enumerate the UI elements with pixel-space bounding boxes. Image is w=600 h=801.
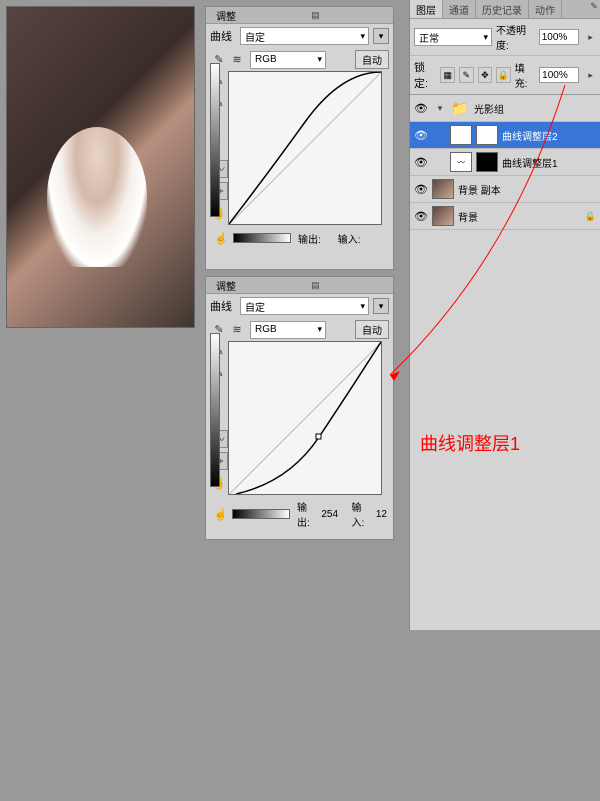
- input-label: 输入:: [352, 499, 373, 529]
- layer-curves-1[interactable]: 👁 〰 曲线调整层1: [410, 149, 600, 176]
- folder-icon: 📁: [450, 99, 470, 117]
- curve-graph[interactable]: [228, 71, 382, 225]
- mask-thumb-icon: [476, 152, 498, 172]
- layer-name: 背景: [458, 209, 581, 224]
- brush-icon[interactable]: ✎: [588, 0, 600, 12]
- image-thumb-icon: [432, 179, 454, 199]
- output-gradient-icon: [210, 63, 220, 217]
- panel-title: 调整: [216, 278, 236, 293]
- target-icon[interactable]: ☝: [212, 229, 230, 247]
- auto-button[interactable]: 自动: [355, 50, 389, 69]
- visibility-icon[interactable]: 👁: [414, 101, 428, 115]
- image-thumb-icon: [432, 206, 454, 226]
- mask-thumb-icon: [476, 125, 498, 145]
- blend-mode-select[interactable]: 正常: [414, 28, 492, 46]
- preset-select[interactable]: 自定: [240, 27, 369, 45]
- lock-position-icon[interactable]: ✥: [478, 67, 493, 83]
- preset-menu-button[interactable]: ▾: [373, 28, 389, 44]
- input-value: 12: [376, 509, 387, 520]
- tab-history[interactable]: 历史记录: [476, 0, 529, 18]
- input-gradient-icon: [233, 233, 291, 243]
- adjustment-thumb-icon: 〰: [450, 152, 472, 172]
- lock-icon: 🔒: [585, 211, 596, 222]
- input-gradient-icon: [232, 509, 290, 519]
- layer-name: 背景 副本: [458, 182, 596, 197]
- panel-header: 调整 ▤: [206, 7, 393, 24]
- opacity-label: 不透明度:: [496, 22, 535, 52]
- visibility-icon[interactable]: 👁: [414, 155, 428, 169]
- fill-input[interactable]: 100%: [539, 67, 579, 83]
- curves-panel-2: 调整 ▤ 曲线 自定 ▾ ✎ ✎ ✎ 〰 ✏ ☝ ≋ RGB 自动: [205, 276, 394, 540]
- chevron-right-icon[interactable]: ▸: [585, 31, 596, 43]
- output-label: 输出:: [298, 231, 321, 246]
- layer-name: 曲线调整层2: [502, 128, 596, 143]
- preset-label: 曲线: [210, 298, 236, 314]
- panel-header: 调整 ▤: [206, 277, 393, 294]
- output-gradient-icon: [210, 333, 220, 487]
- fill-label: 填充:: [515, 60, 535, 90]
- lock-all-icon[interactable]: 🔒: [496, 67, 511, 83]
- tab-actions[interactable]: 动作: [529, 0, 562, 18]
- menu-icon[interactable]: ▤: [310, 9, 322, 21]
- channel-icon: ≋: [228, 321, 246, 339]
- menu-icon[interactable]: ▤: [310, 279, 322, 291]
- preset-select[interactable]: 自定: [240, 297, 369, 315]
- panel-title: 调整: [216, 8, 236, 23]
- lock-pixels-icon[interactable]: ✎: [459, 67, 474, 83]
- curve-graph[interactable]: [228, 341, 382, 495]
- photo-preview: [6, 6, 195, 328]
- output-value: 254: [321, 509, 338, 520]
- lock-transparency-icon[interactable]: ▦: [440, 67, 455, 83]
- channel-select[interactable]: RGB: [250, 321, 326, 339]
- layer-tree: 👁 ▾ 📁 光影组 👁 〰 曲线调整层2 👁 〰 曲线调整层1 👁 背景 副本 …: [410, 95, 600, 230]
- visibility-icon[interactable]: 👁: [414, 209, 428, 223]
- output-label: 输出:: [297, 499, 318, 529]
- input-label: 输入:: [338, 231, 361, 246]
- preset-label: 曲线: [210, 28, 236, 44]
- tab-layers[interactable]: 图层: [410, 0, 443, 18]
- visibility-icon[interactable]: 👁: [414, 128, 428, 142]
- preset-menu-button[interactable]: ▾: [373, 298, 389, 314]
- auto-button[interactable]: 自动: [355, 320, 389, 339]
- layers-panel: 图层 通道 历史记录 动作 ✎ 正常 不透明度: 100% ▸ 锁定: ▦ ✎ …: [409, 0, 600, 630]
- panel-tabs: 图层 通道 历史记录 动作 ✎: [410, 0, 600, 19]
- layer-bg[interactable]: 👁 背景 🔒: [410, 203, 600, 230]
- opacity-input[interactable]: 100%: [539, 29, 579, 45]
- layer-name: 光影组: [474, 101, 596, 116]
- layer-name: 曲线调整层1: [502, 155, 596, 170]
- layer-curves-2[interactable]: 👁 〰 曲线调整层2: [410, 122, 600, 149]
- chevron-right-icon[interactable]: ▸: [585, 69, 596, 81]
- target-icon[interactable]: ☝: [212, 505, 229, 523]
- annotation-label: 曲线调整层1: [420, 430, 520, 456]
- layer-group[interactable]: 👁 ▾ 📁 光影组: [410, 95, 600, 122]
- visibility-icon[interactable]: 👁: [414, 182, 428, 196]
- lock-label: 锁定:: [414, 59, 436, 91]
- curves-panel-1: 调整 ▤ 曲线 自定 ▾ ✎ ✎ ✎ 〰 ✏ ☝ ≋ RGB 自动: [205, 6, 394, 270]
- channel-select[interactable]: RGB: [250, 51, 326, 69]
- tab-channels[interactable]: 通道: [443, 0, 476, 18]
- adjustment-thumb-icon: 〰: [450, 125, 472, 145]
- layer-bg-copy[interactable]: 👁 背景 副本: [410, 176, 600, 203]
- channel-icon: ≋: [228, 51, 246, 69]
- disclosure-triangle-icon[interactable]: ▾: [434, 102, 446, 114]
